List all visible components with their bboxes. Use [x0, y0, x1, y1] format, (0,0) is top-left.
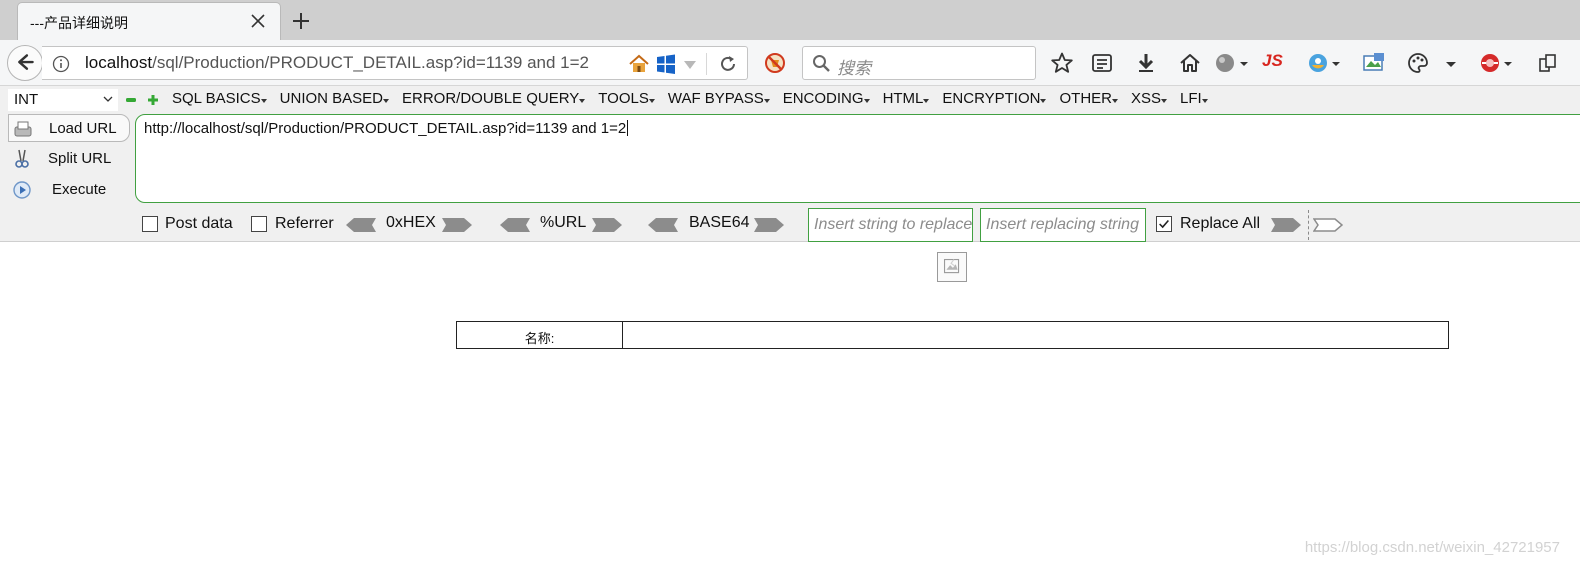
url-host: localhost — [85, 53, 153, 72]
tab-strip: ---产品详细说明 — [0, 0, 1580, 40]
execute-button[interactable]: Execute — [8, 176, 130, 204]
menu-lfi[interactable]: LFI — [1180, 90, 1208, 107]
load-url-label: Load URL — [49, 120, 117, 137]
url-path: /sql/Production/PRODUCT_DETAIL.asp?id=11… — [152, 53, 589, 72]
hex-label: 0xHEX — [386, 214, 436, 231]
hackbar-menu: SQL BASICS UNION BASED ERROR/DOUBLE QUER… — [172, 90, 1221, 107]
replace-all-label: Replace All — [1180, 215, 1261, 232]
menu-tools[interactable]: TOOLS — [598, 90, 655, 107]
base64-label: BASE64 — [689, 214, 750, 231]
plus-icon[interactable] — [148, 95, 158, 105]
arrow-right-outline-icon[interactable] — [1313, 218, 1343, 232]
image-tools-icon[interactable] — [1362, 51, 1386, 75]
menu-encryption[interactable]: ENCRYPTION — [942, 90, 1047, 107]
noscript-icon[interactable] — [764, 52, 786, 74]
info-icon[interactable] — [52, 55, 70, 73]
search-icon — [813, 55, 830, 72]
chevron-down-icon[interactable] — [1330, 51, 1342, 75]
globe-icon[interactable] — [1214, 51, 1238, 75]
minus-icon[interactable] — [126, 95, 136, 105]
palette-icon[interactable] — [1406, 51, 1430, 75]
play-icon — [13, 181, 31, 199]
menu-html[interactable]: HTML — [883, 90, 930, 107]
arrow-left-icon[interactable] — [346, 218, 376, 232]
reading-list-icon[interactable] — [1090, 51, 1114, 75]
url-encode-label: %URL — [540, 214, 587, 231]
download-icon[interactable] — [1134, 51, 1158, 75]
select-value: INT — [14, 91, 39, 108]
menu-sql-basics[interactable]: SQL BASICS — [172, 90, 267, 107]
referrer-checkbox[interactable] — [251, 216, 267, 232]
chevron-down-icon[interactable] — [1502, 51, 1514, 75]
divider — [1308, 210, 1309, 240]
new-tab-icon[interactable] — [290, 10, 312, 32]
menu-error-double-query[interactable]: ERROR/DOUBLE QUERY — [402, 90, 586, 107]
name-value-cell — [623, 322, 1448, 348]
url-bar[interactable]: localhost/sql/Production/PRODUCT_DETAIL.… — [42, 46, 748, 80]
home-extension-icon[interactable] — [628, 53, 650, 75]
overflow-menu-icon[interactable] — [1536, 51, 1560, 75]
tab-active[interactable]: ---产品详细说明 — [18, 3, 280, 40]
replace-all-checkbox[interactable] — [1156, 216, 1172, 232]
menu-other[interactable]: OTHER — [1059, 90, 1118, 107]
broken-image-icon — [937, 252, 967, 282]
arrow-right-icon[interactable] — [1271, 218, 1301, 232]
windows-icon[interactable] — [656, 54, 676, 74]
replace-string-input[interactable]: Insert string to replace — [808, 208, 973, 242]
search-placeholder: 搜索 — [837, 59, 871, 78]
product-detail-table: 名称: — [456, 321, 1449, 349]
post-data-checkbox[interactable] — [142, 216, 158, 232]
extension-icon[interactable] — [1478, 51, 1502, 75]
arrow-right-icon[interactable] — [592, 218, 622, 232]
checkmark-icon — [1159, 219, 1169, 229]
hackbar-panel: INT SQL BASICS UNION BASED ERROR/DOUBLE … — [0, 86, 1580, 242]
back-arrow-icon — [18, 54, 34, 70]
chevron-down-icon — [103, 96, 113, 102]
options-row: Post data Referrer 0xHEX %URL BASE64 Ins… — [0, 208, 1580, 242]
split-url-label: Split URL — [48, 150, 112, 167]
arrow-right-icon[interactable] — [754, 218, 784, 232]
menu-waf-bypass[interactable]: WAF BYPASS — [668, 90, 770, 107]
name-label-cell: 名称: — [457, 322, 623, 348]
arrow-left-icon[interactable] — [500, 218, 530, 232]
url-text[interactable]: localhost/sql/Production/PRODUCT_DETAIL.… — [85, 53, 620, 73]
replacing-string-input[interactable]: Insert replacing string — [980, 208, 1146, 242]
post-data-label: Post data — [165, 215, 233, 232]
back-button[interactable] — [7, 45, 43, 81]
injection-type-select[interactable]: INT — [8, 89, 118, 111]
load-url-button[interactable]: Load URL — [8, 114, 130, 142]
scissors-icon — [15, 149, 29, 168]
url-textarea-value: http://localhost/sql/Production/PRODUCT_… — [144, 120, 627, 137]
url-textarea[interactable]: http://localhost/sql/Production/PRODUCT_… — [135, 114, 1580, 203]
chevron-down-icon[interactable] — [683, 60, 697, 70]
user-agent-switcher-icon[interactable] — [1306, 51, 1330, 75]
home-icon[interactable] — [1178, 51, 1202, 75]
text-caret — [627, 120, 629, 136]
arrow-left-icon[interactable] — [648, 218, 678, 232]
search-bar[interactable]: 搜索 — [802, 46, 1036, 80]
menu-encoding[interactable]: ENCODING — [783, 90, 870, 107]
execute-label: Execute — [52, 181, 107, 198]
watermark: https://blog.csdn.net/weixin_42721957 — [1304, 539, 1560, 556]
chevron-down-icon[interactable] — [1238, 51, 1250, 75]
reload-icon[interactable] — [718, 54, 738, 74]
menu-union-based[interactable]: UNION BASED — [280, 90, 390, 107]
js-switch-icon[interactable]: JS — [1262, 51, 1283, 71]
chevron-down-icon[interactable] — [1444, 51, 1458, 75]
load-url-icon — [14, 121, 32, 137]
navigation-bar: localhost/sql/Production/PRODUCT_DETAIL.… — [0, 40, 1580, 112]
tab-title: ---产品详细说明 — [30, 15, 128, 31]
arrow-right-icon[interactable] — [442, 218, 472, 232]
divider — [706, 53, 707, 75]
bookmark-star-icon[interactable] — [1050, 51, 1074, 75]
split-url-button[interactable]: Split URL — [8, 145, 130, 173]
referrer-label: Referrer — [275, 215, 334, 232]
menu-xss[interactable]: XSS — [1131, 90, 1168, 107]
close-icon[interactable] — [250, 13, 266, 29]
